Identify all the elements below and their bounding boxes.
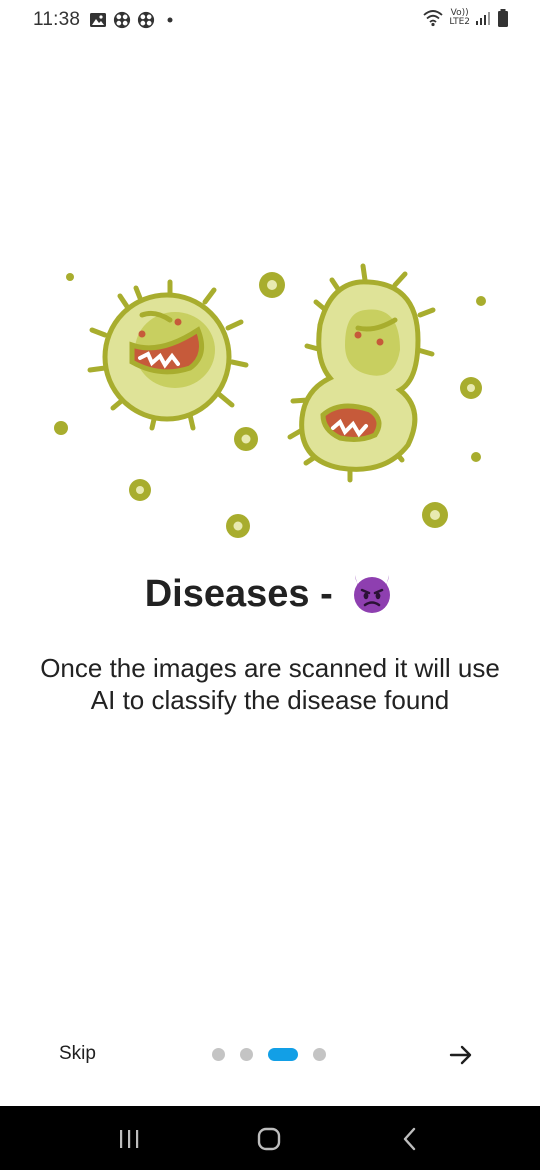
page-indicator bbox=[212, 1048, 326, 1061]
app-icon bbox=[137, 11, 155, 29]
back-icon[interactable] bbox=[397, 1126, 423, 1152]
germs-illustration bbox=[54, 263, 486, 538]
dot-icon bbox=[167, 17, 173, 23]
status-bar: 11:38 Vo)) LTE2 bbox=[0, 0, 540, 42]
wifi-icon bbox=[423, 10, 443, 27]
home-icon[interactable] bbox=[256, 1126, 282, 1152]
notification-icons bbox=[89, 11, 179, 29]
round-germ bbox=[87, 279, 249, 431]
onboarding-description: Once the images are scanned it will use … bbox=[40, 653, 500, 715]
system-nav-bar bbox=[0, 1106, 540, 1170]
onboarding-footer: Skip bbox=[0, 1030, 540, 1080]
onboarding-title: Diseases - bbox=[0, 573, 540, 619]
skip-button[interactable]: Skip bbox=[59, 1043, 96, 1065]
image-icon bbox=[90, 13, 106, 27]
page-dot-4[interactable] bbox=[313, 1048, 326, 1061]
recents-icon[interactable] bbox=[116, 1126, 142, 1152]
status-time: 11:38 bbox=[33, 9, 81, 30]
battery-icon bbox=[498, 9, 508, 27]
signal-icon bbox=[476, 12, 490, 25]
app-icon bbox=[113, 11, 131, 29]
title-text: Diseases - bbox=[144, 573, 333, 616]
page-dot-2[interactable] bbox=[240, 1048, 253, 1061]
system-status-icons: Vo)) LTE2 bbox=[422, 8, 510, 28]
volte-lte2-icon: Vo)) LTE2 bbox=[449, 8, 470, 27]
page-dot-1[interactable] bbox=[212, 1048, 225, 1061]
page-dot-3-active[interactable] bbox=[268, 1048, 298, 1061]
smiling-devil-emoji bbox=[354, 575, 391, 613]
arrow-right-icon[interactable] bbox=[448, 1042, 474, 1068]
peanut-germ bbox=[287, 263, 436, 483]
